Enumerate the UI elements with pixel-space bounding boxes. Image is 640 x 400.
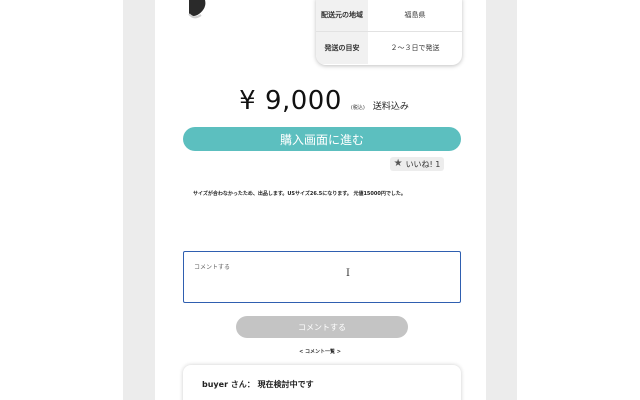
comment-text: buyer さん： 現在検討中です: [202, 380, 314, 389]
shipping-estimate-value: ２〜３日で発送: [390, 44, 440, 52]
tax-note: (税込): [350, 105, 365, 111]
comment-input[interactable]: コメントする I: [183, 251, 461, 303]
shipping-info-table: 配送元の地域 福島県 発送の目安 ２〜３日で発送: [316, 0, 462, 65]
shipping-row-region: 配送元の地域 福島県: [316, 0, 462, 31]
comment-list-heading: < コメント一覧 >: [299, 349, 341, 355]
item-description: サイズが合わなかったため、出品します。USサイズ26.5になります。 元値150…: [193, 191, 406, 197]
comment-card: buyer さん： 現在検討中です: [183, 365, 461, 400]
shipping-estimate-label: 発送の目安: [316, 32, 368, 64]
like-label: いいね! 1: [405, 159, 441, 169]
product-image[interactable]: [185, 0, 211, 22]
shipping-row-estimate: 発送の目安 ２〜３日で発送: [316, 31, 462, 64]
comment-submit-button[interactable]: コメントする: [236, 316, 408, 338]
text-cursor-icon: I: [346, 268, 350, 279]
star-icon: ★: [393, 158, 403, 169]
like-button[interactable]: ★ いいね! 1: [390, 157, 444, 171]
shipping-region-value: 福島県: [404, 10, 426, 19]
shipping-note: 送料込み: [372, 102, 409, 112]
buy-button[interactable]: 購入画面に進む: [183, 127, 461, 151]
price-line: ¥ 9,000 (税込) 送料込み: [0, 86, 640, 116]
price-amount: ¥ 9,000: [239, 86, 342, 116]
comment-placeholder: コメントする: [194, 264, 231, 271]
shipping-region-label: 配送元の地域: [316, 0, 368, 31]
